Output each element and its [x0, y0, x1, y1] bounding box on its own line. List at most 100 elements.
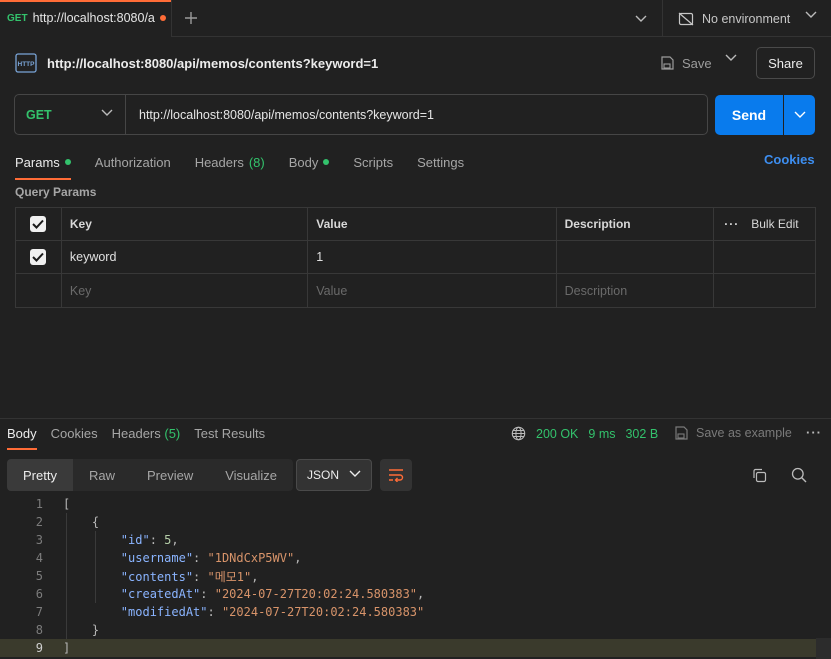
tab-authorization[interactable]: Authorization — [95, 150, 171, 174]
tab-label: Headers — [111, 426, 161, 441]
method-selector[interactable]: GET — [15, 95, 126, 134]
view-pretty[interactable]: Pretty — [7, 459, 73, 491]
line-number: 1 — [35, 497, 43, 511]
json-key: "modifiedAt" — [120, 605, 208, 619]
json-key: "id" — [120, 533, 150, 547]
save-button[interactable]: Save — [660, 48, 720, 78]
send-options-button[interactable] — [784, 95, 815, 135]
chevron-down-icon — [635, 15, 647, 22]
indent-guide — [95, 531, 96, 603]
description-placeholder[interactable]: Description — [557, 274, 715, 307]
response-size[interactable]: 302 B — [625, 427, 658, 441]
tab-label: Authorization — [94, 154, 171, 170]
check-icon — [32, 252, 45, 262]
tab-response-body[interactable]: Body — [7, 426, 37, 450]
table-header-row: Key Value Description ··· Bulk Edit — [16, 208, 815, 241]
more-icon[interactable]: ··· — [724, 217, 739, 231]
request-tabs: Params Authorization Headers (8) Body Sc… — [15, 150, 488, 180]
value-header: Value — [308, 208, 557, 240]
response-tabs: Body Cookies Headers (5) Test Results — [7, 426, 279, 450]
code-line: 1[ — [0, 495, 831, 513]
code-line: 6 "createdAt": "2024-07-27T20:02:24.5803… — [0, 585, 831, 603]
request-tab[interactable]: GET http://localhost:8080/ap — [0, 0, 172, 37]
table-row: keyword 1 — [16, 241, 815, 274]
code-text: [ — [63, 497, 71, 511]
bulk-edit-button[interactable]: ··· Bulk Edit — [714, 208, 815, 240]
code-text: "createdAt": "2024-07-27T20:02:24.580383… — [120, 587, 425, 601]
tab-response-headers[interactable]: Headers (5) — [112, 426, 181, 441]
save-options-chevron-icon[interactable] — [725, 54, 737, 62]
request-header: HTTP http://localhost:8080/api/memos/con… — [0, 38, 831, 88]
line-number: 6 — [35, 587, 43, 601]
tab-headers[interactable]: Headers (8) — [195, 150, 265, 174]
wrap-lines-button[interactable] — [380, 459, 412, 491]
indent-guide — [66, 513, 67, 639]
tabs-dropdown-button[interactable] — [628, 0, 654, 37]
json-value: 5 — [164, 533, 172, 547]
save-icon — [661, 56, 674, 70]
request-title[interactable]: http://localhost:8080/api/memos/contents… — [47, 56, 378, 71]
view-raw[interactable]: Raw — [72, 459, 131, 491]
code-line: 4 "username": "1DNdCxP5WV", — [0, 549, 831, 567]
line-number: 3 — [35, 533, 43, 547]
search-icon — [791, 467, 807, 483]
description-header: Description — [557, 208, 715, 240]
new-tab-button[interactable] — [172, 0, 210, 37]
save-icon — [675, 426, 688, 440]
chevron-down-icon — [794, 111, 805, 118]
json-key: "contents" — [120, 569, 194, 584]
view-preview[interactable]: Preview — [130, 459, 210, 491]
globe-icon[interactable] — [511, 426, 526, 441]
select-all-checkbox[interactable] — [30, 216, 47, 232]
value-placeholder[interactable]: Value — [308, 274, 557, 307]
code-text: "contents": "메모1", — [120, 569, 259, 584]
response-body-editor[interactable]: 1[ 2 { 3 "id": 5, 4 "username": "1DNdCxP… — [0, 495, 831, 657]
copy-button[interactable] — [748, 464, 770, 486]
tab-label: Params — [15, 154, 60, 170]
response-divider[interactable] — [0, 418, 831, 419]
tab-body[interactable]: Body — [289, 150, 330, 174]
line-number: 9 — [35, 641, 43, 655]
tab-label: Settings — [417, 154, 465, 170]
save-label: Save — [682, 55, 712, 71]
tab-test-results[interactable]: Test Results — [194, 426, 265, 441]
search-button[interactable] — [788, 464, 810, 486]
param-description[interactable] — [557, 241, 715, 273]
tab-label: Scripts — [353, 154, 394, 170]
environment-selector[interactable]: No environment — [662, 0, 831, 37]
save-as-example-label: Save as example — [696, 426, 792, 440]
view-visualize[interactable]: Visualize — [209, 459, 294, 491]
param-value[interactable]: 1 — [308, 241, 557, 273]
code-text: } — [63, 623, 100, 637]
code-line: 3 "id": 5, — [0, 531, 831, 549]
tab-params[interactable]: Params — [15, 150, 71, 180]
share-button[interactable]: Share — [756, 47, 815, 79]
code-text: "id": 5, — [120, 533, 179, 547]
row-checkbox[interactable] — [30, 249, 47, 265]
format-selector[interactable]: JSON — [296, 459, 372, 491]
send-button[interactable]: Send — [715, 95, 783, 135]
line-number: 7 — [35, 605, 43, 619]
key-placeholder[interactable]: Key — [62, 274, 309, 307]
param-key[interactable]: keyword — [62, 241, 309, 273]
response-time[interactable]: 9 ms — [588, 427, 615, 441]
tab-settings[interactable]: Settings — [417, 150, 464, 174]
horizontal-scrollbar[interactable] — [816, 638, 831, 659]
select-all-cell — [16, 208, 62, 240]
status-badge[interactable]: 200 OK — [536, 427, 578, 441]
tab-response-cookies[interactable]: Cookies — [51, 426, 98, 441]
params-indicator — [64, 159, 71, 165]
chevron-down-icon — [805, 11, 817, 18]
no-environment-icon — [678, 12, 694, 25]
code-text: { — [63, 515, 100, 529]
url-input[interactable] — [126, 95, 707, 134]
more-icon[interactable]: ··· — [806, 425, 822, 440]
tab-scripts[interactable]: Scripts — [353, 150, 393, 174]
wrap-icon — [389, 469, 404, 482]
response-meta: 200 OK 9 ms 302 B — [511, 426, 658, 441]
bulk-edit-label: Bulk Edit — [751, 217, 799, 231]
copy-icon — [752, 468, 766, 482]
plus-icon — [185, 12, 197, 24]
cookies-link[interactable]: Cookies — [764, 152, 815, 167]
save-as-example-button[interactable]: Save as example — [674, 426, 792, 440]
